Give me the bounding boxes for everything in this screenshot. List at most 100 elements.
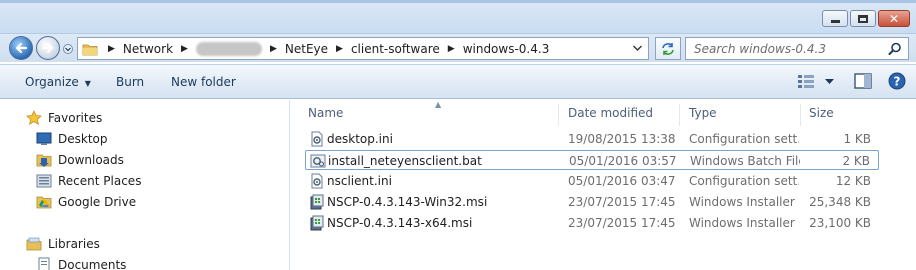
batch-file-icon bbox=[310, 154, 326, 168]
table-row[interactable]: NSCP-0.4.3.143-Win32.msi 23/07/2015 17:4… bbox=[305, 192, 879, 212]
desktop-icon bbox=[36, 131, 52, 147]
file-date: 05/01/2016 03:57 bbox=[569, 154, 677, 168]
file-size: 23,100 KB bbox=[809, 216, 871, 230]
refresh-icon bbox=[662, 42, 674, 55]
column-header-label: Type bbox=[689, 106, 717, 120]
maximize-button[interactable] bbox=[850, 10, 876, 27]
favorites-group[interactable]: Favorites bbox=[26, 109, 102, 127]
documents-icon bbox=[36, 257, 52, 270]
minimize-icon bbox=[830, 20, 840, 23]
view-dropdown-icon[interactable] bbox=[825, 78, 834, 85]
breadcrumb-neteye[interactable]: ▶ NetEye ▶ bbox=[266, 42, 347, 56]
column-header-type[interactable]: Type bbox=[681, 104, 801, 126]
breadcrumb-client-software[interactable]: client-software ▶ bbox=[347, 42, 459, 56]
config-file-icon bbox=[311, 173, 323, 189]
file-size: 12 KB bbox=[835, 174, 871, 188]
nav-item-recent-places[interactable]: Recent Places bbox=[36, 172, 141, 190]
search-input[interactable] bbox=[694, 41, 874, 56]
nav-item-desktop[interactable]: Desktop bbox=[36, 130, 108, 148]
libraries-icon bbox=[26, 236, 42, 252]
table-row[interactable]: install_neteyensclient.bat 05/01/2016 03… bbox=[305, 150, 879, 170]
redacted-breadcrumb bbox=[195, 41, 262, 56]
column-header-date[interactable]: Date modified bbox=[560, 104, 680, 126]
nav-item-label: Downloads bbox=[58, 153, 124, 167]
breadcrumb-label: NetEye bbox=[284, 41, 329, 56]
address-bar[interactable]: ▶ Network ▶ ▶ NetEye ▶ client-software ▶ win… bbox=[77, 37, 649, 60]
command-bar: Organize ▼ Burn New folder ? bbox=[0, 64, 916, 99]
folder-icon bbox=[82, 44, 98, 55]
title-bar: ✕ bbox=[0, 0, 916, 34]
navigation-bar: ▶ Network ▶ ▶ NetEye ▶ client-software ▶ win… bbox=[0, 34, 916, 62]
file-name: nsclient.ini bbox=[327, 174, 392, 188]
table-row[interactable]: desktop.ini 19/08/2015 13:38 Configurati… bbox=[305, 129, 879, 149]
change-view-icon[interactable] bbox=[797, 74, 815, 88]
breadcrumb-network[interactable]: Network ▶ bbox=[119, 42, 192, 56]
help-icon[interactable]: ? bbox=[888, 72, 906, 90]
file-date: 23/07/2015 17:45 bbox=[568, 216, 676, 230]
back-arrow-icon bbox=[15, 42, 28, 54]
preview-pane-icon[interactable] bbox=[854, 73, 872, 89]
column-header-label: Name bbox=[308, 106, 344, 120]
view-controls: ? bbox=[797, 72, 906, 90]
star-icon bbox=[26, 110, 42, 126]
breadcrumb-label: windows-0.4.3 bbox=[462, 41, 550, 56]
dropdown-arrow-icon: ▼ bbox=[84, 79, 91, 88]
burn-button[interactable]: Burn bbox=[116, 75, 144, 89]
breadcrumb-separator[interactable]: ▶ bbox=[104, 44, 119, 54]
column-header-name[interactable]: ▲ Name bbox=[300, 100, 559, 126]
recent-places-icon bbox=[36, 173, 52, 189]
column-header-size[interactable]: Size bbox=[801, 104, 876, 126]
address-dropdown-icon[interactable] bbox=[633, 45, 642, 52]
file-name: desktop.ini bbox=[327, 132, 393, 146]
forward-button[interactable] bbox=[36, 36, 60, 60]
nav-item-documents[interactable]: Documents bbox=[36, 256, 126, 270]
organize-menu-button[interactable]: Organize ▼ bbox=[25, 75, 91, 89]
nav-item-label: Documents bbox=[58, 258, 127, 270]
table-row[interactable]: nsclient.ini 05/01/2016 03:47 Configurat… bbox=[305, 171, 879, 191]
refresh-button[interactable] bbox=[655, 37, 681, 60]
file-type: Configuration sett... bbox=[689, 132, 799, 146]
column-header-label: Size bbox=[809, 106, 834, 120]
nav-item-google-drive[interactable]: Google Drive bbox=[36, 193, 136, 211]
search-box[interactable] bbox=[685, 37, 909, 60]
favorites-label: Favorites bbox=[48, 111, 103, 125]
minimize-button[interactable] bbox=[822, 10, 848, 27]
forward-arrow-icon bbox=[41, 42, 54, 54]
search-icon[interactable] bbox=[888, 42, 902, 56]
file-name: NSCP-0.4.3.143-Win32.msi bbox=[327, 195, 488, 209]
breadcrumb-label: Network bbox=[122, 41, 174, 56]
file-size: 1 KB bbox=[843, 132, 871, 146]
file-type: Windows Batch File bbox=[690, 154, 800, 168]
file-name: NSCP-0.4.3.143-x64.msi bbox=[327, 216, 473, 230]
svg-text:?: ? bbox=[894, 75, 901, 89]
window-top-edge bbox=[0, 0, 916, 3]
close-button[interactable]: ✕ bbox=[878, 10, 910, 27]
file-type: Windows Installer ... bbox=[689, 195, 799, 209]
file-size: 2 KB bbox=[842, 154, 870, 168]
google-drive-folder-icon bbox=[36, 194, 52, 210]
sort-ascending-icon: ▲ bbox=[435, 100, 442, 109]
new-folder-label: New folder bbox=[171, 75, 236, 89]
nav-item-downloads[interactable]: Downloads bbox=[36, 151, 124, 169]
file-size: 25,348 KB bbox=[809, 195, 871, 209]
breadcrumb-windows[interactable]: windows-0.4.3 bbox=[459, 42, 554, 56]
window-controls: ✕ bbox=[822, 10, 910, 27]
breadcrumb-label: client-software bbox=[350, 41, 440, 56]
burn-label: Burn bbox=[116, 75, 145, 89]
file-name: install_neteyensclient.bat bbox=[328, 154, 482, 168]
downloads-folder-icon bbox=[36, 152, 52, 168]
recent-pages-dropdown-icon[interactable] bbox=[63, 44, 73, 54]
back-button[interactable] bbox=[9, 36, 33, 60]
libraries-group[interactable]: Libraries bbox=[26, 235, 100, 253]
file-date: 19/08/2015 13:38 bbox=[568, 132, 676, 146]
table-row[interactable]: NSCP-0.4.3.143-x64.msi 23/07/2015 17:45 … bbox=[305, 213, 879, 233]
new-folder-button[interactable]: New folder bbox=[171, 75, 236, 89]
file-list: ▲ Name Date modified Type Size desktop.i… bbox=[291, 100, 916, 270]
libraries-label: Libraries bbox=[48, 237, 100, 251]
column-header-row: ▲ Name Date modified Type Size bbox=[291, 100, 916, 126]
nav-item-label: Desktop bbox=[58, 132, 108, 146]
nav-item-label: Recent Places bbox=[58, 174, 142, 188]
column-header-label: Date modified bbox=[568, 106, 654, 120]
config-file-icon bbox=[311, 131, 323, 147]
file-type: Windows Installer ... bbox=[689, 216, 799, 230]
